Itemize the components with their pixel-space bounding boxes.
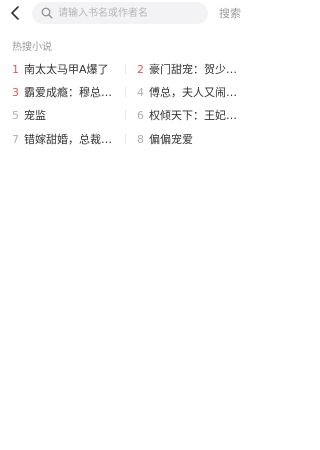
hot-search-title: 热搜小说: [12, 42, 52, 53]
column-divider: [125, 110, 126, 120]
book-title: 豪门甜宠：贺少…: [149, 63, 237, 76]
chevron-left-icon: [11, 6, 19, 20]
book-title: 傅总，夫人又闹…: [149, 86, 237, 99]
search-page: 搜索 热搜小说 1 南太太马甲A爆了 2 豪门甜宠：贺少… 3 霸爱成瘾：穆总……: [0, 0, 253, 450]
hot-item-8[interactable]: 8 偏偏宠爱: [137, 131, 241, 147]
hot-item-3[interactable]: 3 霸爱成瘾：穆总…: [12, 84, 116, 100]
rank-number: 2: [137, 62, 144, 76]
column-divider: [125, 64, 126, 74]
hot-item-6[interactable]: 6 权倾天下：王妃…: [137, 107, 241, 123]
column-divider: [125, 134, 126, 144]
rank-number: 7: [12, 132, 19, 146]
hot-item-7[interactable]: 7 错嫁甜婚，总裁…: [12, 131, 116, 147]
search-icon: [41, 7, 53, 19]
rank-number: 5: [12, 108, 19, 122]
search-input[interactable]: [58, 4, 198, 22]
rank-number: 1: [12, 62, 19, 76]
search-box[interactable]: [32, 2, 208, 24]
rank-number: 6: [137, 108, 144, 122]
search-button[interactable]: 搜索: [219, 5, 241, 21]
book-title: 权倾天下：王妃…: [149, 109, 237, 122]
rank-number: 4: [137, 85, 144, 99]
hot-item-4[interactable]: 4 傅总，夫人又闹…: [137, 84, 241, 100]
rank-number: 3: [12, 85, 19, 99]
book-title: 宠监: [24, 109, 46, 122]
top-bar: 搜索: [0, 0, 253, 26]
book-title: 南太太马甲A爆了: [24, 63, 109, 76]
back-button[interactable]: [6, 4, 24, 22]
book-title: 霸爱成瘾：穆总…: [24, 86, 112, 99]
book-title: 偏偏宠爱: [149, 133, 193, 146]
hot-item-1[interactable]: 1 南太太马甲A爆了: [12, 61, 116, 77]
column-divider: [125, 87, 126, 97]
hot-item-2[interactable]: 2 豪门甜宠：贺少…: [137, 61, 241, 77]
hot-item-5[interactable]: 5 宠监: [12, 107, 116, 123]
rank-number: 8: [137, 132, 144, 146]
book-title: 错嫁甜婚，总裁…: [24, 133, 112, 146]
